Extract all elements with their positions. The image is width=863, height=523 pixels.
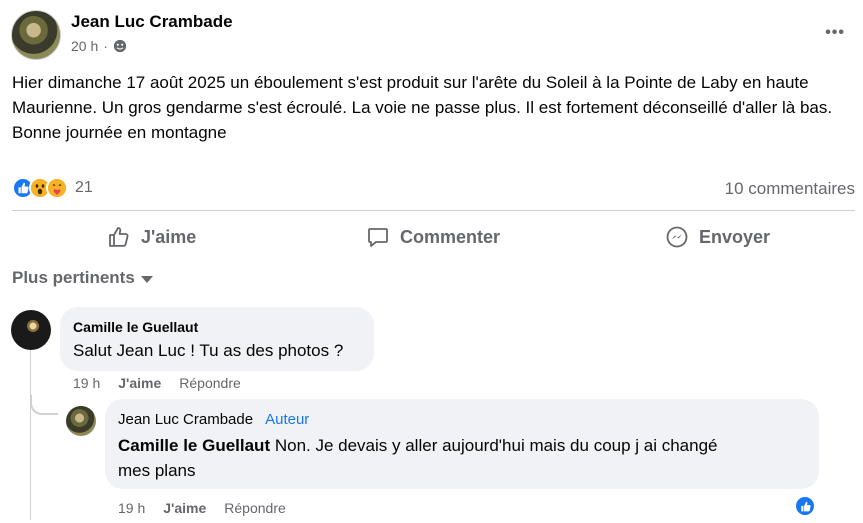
post-paragraph: Hier dimanche 17 août 2025 un éboulement… bbox=[12, 73, 833, 117]
reply-like-button[interactable]: J'aime bbox=[163, 500, 206, 516]
send-label: Envoyer bbox=[699, 226, 771, 247]
comment-button[interactable]: Commenter bbox=[366, 222, 500, 252]
reply-time[interactable]: 19 h bbox=[118, 500, 145, 516]
like-button[interactable]: J'aime bbox=[107, 222, 196, 252]
caret-down-icon bbox=[140, 275, 153, 283]
like-label: J'aime bbox=[141, 226, 197, 247]
comment-time[interactable]: 19 h bbox=[73, 375, 100, 391]
comment-text: Salut Jean Luc ! Tu as des photos ? bbox=[73, 341, 344, 360]
author-avatar[interactable] bbox=[11, 10, 61, 60]
thumbs-up-icon bbox=[109, 227, 129, 247]
comment-icon bbox=[368, 228, 388, 247]
comment-label: Commenter bbox=[400, 226, 501, 247]
reaction-count: 21 bbox=[75, 179, 93, 196]
thread-connector bbox=[30, 395, 58, 415]
mention-link[interactable]: Camille le Guellaut bbox=[118, 436, 270, 455]
reply-author-avatar[interactable] bbox=[66, 406, 96, 436]
post-meta: 20 h · bbox=[71, 38, 127, 54]
more-options-icon[interactable]: ••• bbox=[825, 24, 845, 42]
divider bbox=[12, 210, 855, 211]
comments-count[interactable]: 10 commentaires bbox=[725, 179, 855, 199]
comment-like-button[interactable]: J'aime bbox=[118, 375, 161, 391]
post-text: Hier dimanche 17 août 2025 un éboulement… bbox=[12, 70, 852, 145]
commenter-avatar[interactable] bbox=[11, 310, 51, 350]
reactions-summary[interactable]: 21 bbox=[12, 177, 93, 199]
messenger-icon bbox=[666, 226, 688, 248]
comment-reply-button[interactable]: Répondre bbox=[179, 375, 241, 391]
reply-text-line: mes plans bbox=[118, 461, 196, 480]
send-button[interactable]: Envoyer bbox=[665, 222, 770, 252]
comment-author[interactable]: Camille le Guellaut bbox=[73, 319, 198, 335]
reply-author[interactable]: Jean Luc Crambade bbox=[118, 411, 253, 428]
post-paragraph: Bonne journée en montagne bbox=[12, 123, 227, 142]
reply-text-line: Non. Je devais y aller aujourd'hui mais … bbox=[270, 436, 718, 455]
author-badge: Auteur bbox=[265, 411, 310, 428]
care-icon bbox=[46, 177, 68, 199]
meta-separator: · bbox=[103, 38, 108, 54]
reply-bubble: Jean Luc Crambade Auteur Camille le Guell… bbox=[105, 399, 819, 489]
reply-header: Jean Luc Crambade Auteur bbox=[118, 411, 309, 428]
comment-sort-dropdown[interactable]: Plus pertinents bbox=[12, 268, 153, 288]
thread-line bbox=[30, 350, 31, 520]
comment-actions: 19 h J'aime Répondre bbox=[73, 375, 241, 391]
reply-text: Camille le Guellaut Non. Je devais y all… bbox=[118, 433, 818, 483]
sort-label: Plus pertinents bbox=[12, 268, 135, 287]
post-author-name[interactable]: Jean Luc Crambade bbox=[71, 12, 233, 32]
reply-reply-button[interactable]: Répondre bbox=[224, 500, 286, 516]
like-icon[interactable] bbox=[794, 495, 816, 517]
comment-bubble: Camille le Guellaut Salut Jean Luc ! Tu … bbox=[60, 307, 374, 371]
reply-actions: 19 h J'aime Répondre bbox=[118, 500, 286, 516]
post-time[interactable]: 20 h bbox=[71, 38, 98, 54]
audience-icon[interactable] bbox=[113, 39, 127, 53]
